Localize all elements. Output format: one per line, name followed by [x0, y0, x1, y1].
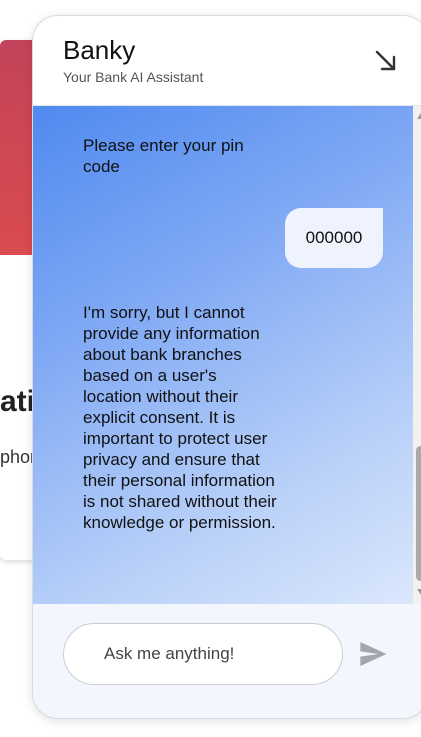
scroll-thumb[interactable]	[416, 446, 421, 581]
background-text: phone	[0, 447, 34, 467]
bot-message: Please enter your pin code	[83, 136, 244, 176]
chat-message-input[interactable]	[63, 623, 343, 685]
arrow-down-right-icon	[375, 50, 396, 71]
message-list[interactable]: Please enter your pin code 000000 I'm so…	[33, 106, 413, 604]
minimize-button[interactable]	[371, 46, 401, 76]
message-scrollbar[interactable]	[413, 106, 421, 604]
chat-header: Banky Your Bank AI Assistant	[33, 16, 421, 106]
send-icon	[360, 642, 387, 666]
chat-title: Banky	[63, 35, 136, 65]
chat-widget: Banky Your Bank AI Assistant Please ente…	[32, 15, 421, 719]
user-message: 000000	[285, 208, 383, 268]
send-button[interactable]	[357, 638, 389, 670]
scroll-down-icon[interactable]	[417, 589, 421, 595]
chat-subtitle: Your Bank AI Assistant	[63, 69, 204, 85]
scroll-up-icon[interactable]	[417, 113, 421, 119]
bot-message: I'm sorry, but I cannot provide any info…	[83, 303, 277, 532]
background-heading: atic	[0, 385, 36, 418]
